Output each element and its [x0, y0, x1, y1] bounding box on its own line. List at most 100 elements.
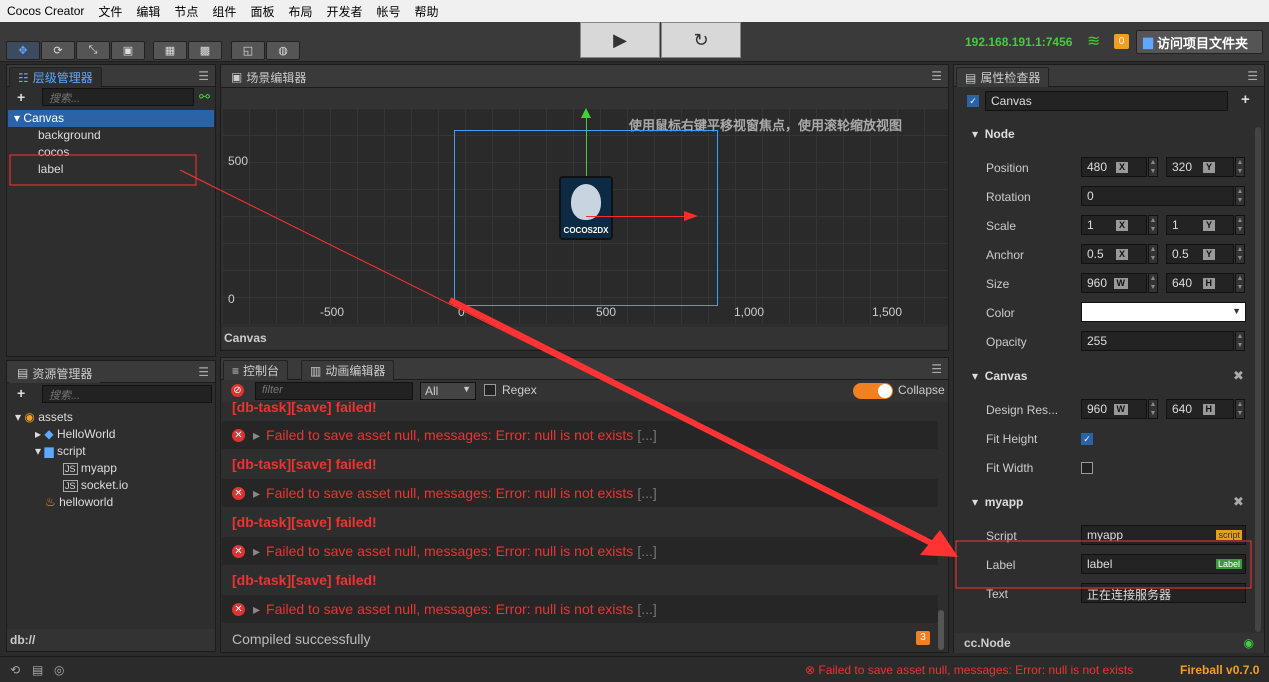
fit-height-checkbox[interactable]: ✓ — [1081, 433, 1093, 445]
y-gizmo-axis[interactable] — [586, 112, 587, 182]
console-scrollbar[interactable] — [938, 610, 944, 650]
panel-menu-icon[interactable]: ☰ — [931, 69, 942, 83]
scale-y-stepper[interactable]: ▲ ▼ — [1235, 215, 1245, 235]
anchor-y-input[interactable]: 0.5 Y — [1166, 244, 1234, 264]
anchor-x-stepper[interactable]: ▲ ▼ — [1148, 244, 1158, 264]
opacity-stepper[interactable]: ▲ ▼ — [1235, 331, 1245, 351]
design-height-input[interactable]: 640 H — [1166, 399, 1234, 419]
eye-icon[interactable]: ◎ — [54, 663, 64, 677]
node-active-checkbox[interactable]: ✓ — [967, 95, 979, 107]
eye-icon[interactable]: ◉ — [1244, 636, 1254, 650]
log-entry[interactable]: ✕ ▸ Failed to save asset null, messages: E… — [222, 479, 938, 507]
position-y-input[interactable]: 320 Y — [1166, 157, 1234, 177]
y-gizmo-arrow-icon[interactable] — [581, 108, 591, 118]
menu-developer[interactable]: 开发者 — [319, 3, 369, 20]
tab-assets[interactable]: ▤ 资源管理器 — [9, 363, 101, 383]
scale-tool-icon[interactable]: ⤡ — [76, 41, 110, 60]
section-node[interactable]: ▾ Node — [972, 127, 1015, 141]
color-picker[interactable]: ▼ — [1081, 302, 1246, 322]
refresh-button[interactable]: ↻ — [661, 22, 741, 58]
grid-tool-icon[interactable]: ◍ — [266, 41, 300, 60]
remove-component-icon[interactable]: ✖ — [1233, 494, 1244, 510]
size-h-stepper[interactable]: ▲ ▼ — [1235, 273, 1245, 293]
rotate-tool-icon[interactable]: ⟳ — [41, 41, 75, 60]
script-field[interactable]: myapp script — [1081, 525, 1246, 545]
tree-node-background[interactable]: background — [8, 127, 214, 144]
status-error-message[interactable]: ⊗ Failed to save asset null, messages: E… — [805, 663, 1133, 677]
panel-menu-icon[interactable]: ☰ — [198, 365, 209, 379]
text-input[interactable]: 正在连接服务器 — [1081, 583, 1246, 603]
x-gizmo-arrow-icon[interactable] — [684, 211, 698, 221]
panel-menu-icon[interactable]: ☰ — [198, 69, 209, 83]
assets-search-input[interactable]: 搜索... — [42, 385, 212, 403]
asset-folder-assets[interactable]: ▾ ◉ assets — [15, 409, 128, 426]
position-y-stepper[interactable]: ▲ ▼ — [1235, 157, 1245, 177]
position-x-stepper[interactable]: ▲ ▼ — [1148, 157, 1158, 177]
design-height-stepper[interactable]: ▲ ▼ — [1235, 399, 1245, 419]
menu-component[interactable]: 组件 — [205, 3, 243, 20]
log-entry[interactable]: ✕ ▸ Failed to save asset null, messages: E… — [222, 421, 938, 449]
tree-node-canvas[interactable]: ▾ Canvas — [8, 110, 214, 127]
tab-console[interactable]: ≡ 控制台 — [223, 360, 289, 380]
notification-badge[interactable]: 0 — [1114, 34, 1129, 49]
size-w-stepper[interactable]: ▲ ▼ — [1148, 273, 1158, 293]
asset-script-myapp[interactable]: JS myapp — [15, 460, 128, 477]
fit-width-checkbox[interactable] — [1081, 462, 1093, 474]
log-entry[interactable]: [db-task][save] failed! — [222, 450, 938, 478]
scene-viewport[interactable]: 使用鼠标右键平移视窗焦点，使用滚轮缩放视图 500 0 COCOS2DX — [222, 108, 948, 324]
panel-menu-icon[interactable]: ☰ — [931, 362, 942, 376]
rotation-input[interactable]: 0 — [1081, 186, 1234, 206]
play-button[interactable]: ▶ — [580, 22, 660, 58]
section-canvas[interactable]: ▾ Canvas — [972, 369, 1027, 383]
log-entry[interactable]: Compiled successfully — [222, 625, 938, 653]
open-project-folder-button[interactable]: ▆ 访问项目文件夹 — [1136, 30, 1263, 54]
menu-edit[interactable]: 编辑 — [129, 3, 167, 20]
asset-helloworld[interactable]: ♨ helloworld — [15, 494, 128, 511]
asset-folder-script[interactable]: ▾ ▆ script — [15, 443, 128, 460]
anchor-y-stepper[interactable]: ▲ ▼ — [1235, 244, 1245, 264]
log-entry[interactable]: [db-task][save] failed! — [222, 566, 938, 594]
anchor-x-input[interactable]: 0.5 X — [1081, 244, 1147, 264]
scale-x-input[interactable]: 1X — [1081, 215, 1147, 235]
menu-file[interactable]: 文件 — [91, 3, 129, 20]
move-tool-icon[interactable]: ✥ — [6, 41, 40, 60]
asset-scene-helloworld[interactable]: ▸ ◆ HelloWorld — [15, 426, 128, 443]
node-name-input[interactable]: Canvas — [985, 91, 1228, 111]
design-width-stepper[interactable]: ▲ ▼ — [1148, 399, 1158, 419]
inspector-scrollbar[interactable] — [1255, 127, 1261, 632]
log-entry[interactable]: ✕ ▸ Failed to save asset null, messages: E… — [222, 595, 938, 623]
tab-scene[interactable]: ▣ 场景编辑器 — [223, 67, 315, 87]
remove-component-icon[interactable]: ✖ — [1233, 368, 1244, 384]
menu-help[interactable]: 帮助 — [408, 3, 446, 20]
menu-node[interactable]: 节点 — [167, 3, 205, 20]
rotation-stepper[interactable]: ▲ ▼ — [1235, 186, 1245, 206]
tree-node-cocos[interactable]: cocos — [8, 144, 214, 161]
scale-y-input[interactable]: 1Y — [1166, 215, 1234, 235]
gizmo-tool-icon[interactable]: ◱ — [231, 41, 265, 60]
database-icon[interactable]: ▤ — [32, 663, 43, 677]
size-w-input[interactable]: 960 W — [1081, 273, 1147, 293]
log-entry[interactable]: ✕ ▸ Failed to save asset null, messages: E… — [222, 537, 938, 565]
asset-script-socketio[interactable]: JS socket.io — [15, 477, 128, 494]
tree-node-label[interactable]: label — [8, 161, 214, 178]
local-tool-icon[interactable]: ▩ — [188, 41, 222, 60]
label-field[interactable]: label Label — [1081, 554, 1246, 574]
panel-menu-icon[interactable]: ☰ — [1247, 69, 1258, 83]
hierarchy-search-input[interactable]: 搜索... — [42, 88, 194, 106]
rect-tool-icon[interactable]: ▣ — [111, 41, 145, 60]
link-icon[interactable]: ⚯ — [199, 89, 210, 105]
tab-animation-editor[interactable]: ▥ 动画编辑器 — [301, 360, 395, 380]
menu-account[interactable]: 帐号 — [369, 3, 407, 20]
add-asset-icon[interactable]: + — [17, 385, 25, 401]
position-x-input[interactable]: 480 X — [1081, 157, 1147, 177]
opacity-input[interactable]: 255 — [1081, 331, 1234, 351]
cocos-logo-sprite[interactable]: COCOS2DX — [559, 176, 613, 240]
size-h-input[interactable]: 640 H — [1166, 273, 1234, 293]
design-width-input[interactable]: 960 W — [1081, 399, 1147, 419]
log-entry[interactable]: [db-task][save] failed! — [222, 395, 938, 419]
tab-hierarchy[interactable]: ☷ 层级管理器 — [9, 67, 102, 87]
scale-x-stepper[interactable]: ▲ ▼ — [1148, 215, 1158, 235]
pivot-tool-icon[interactable]: ▦ — [153, 41, 187, 60]
x-gizmo-axis[interactable] — [586, 216, 686, 217]
add-component-icon[interactable]: + — [1241, 91, 1250, 108]
